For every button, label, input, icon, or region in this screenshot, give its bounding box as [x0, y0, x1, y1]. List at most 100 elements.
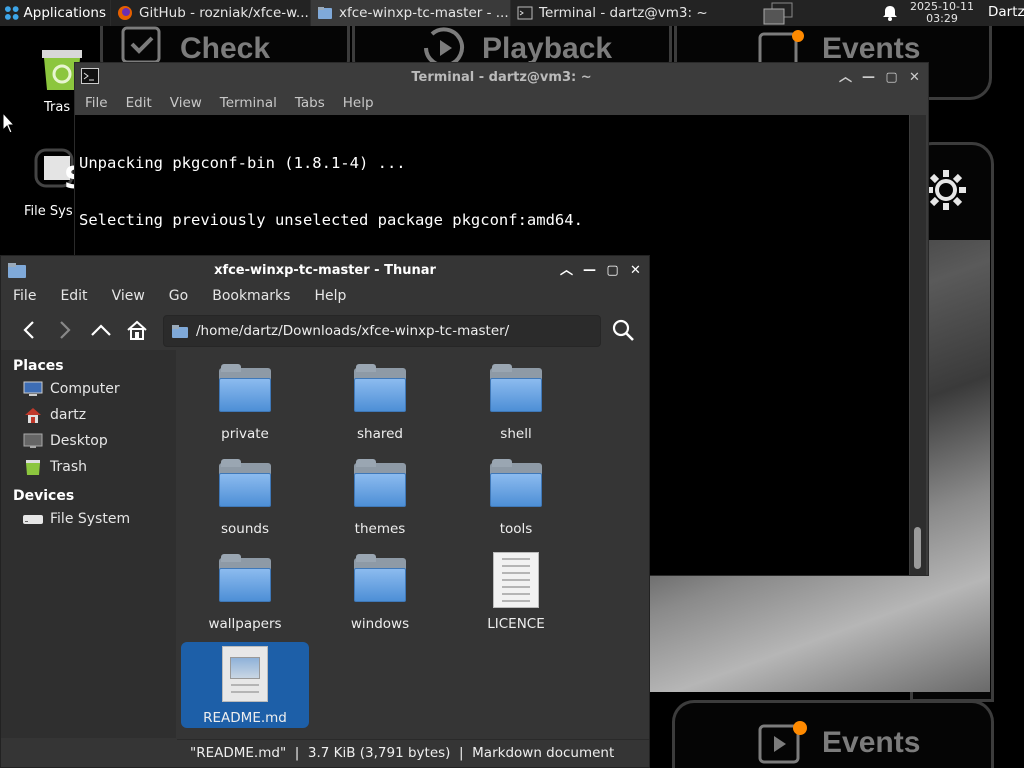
check-tile-icon — [121, 26, 161, 64]
taskbar-item-terminal[interactable]: Terminal - dartz@vm3: ~ — [510, 0, 710, 26]
close-icon[interactable]: ✕ — [628, 263, 643, 278]
close-icon[interactable]: ✕ — [907, 70, 922, 85]
chevron-up-icon[interactable]: ︿ — [559, 263, 574, 278]
sidebar-item-label: Desktop — [50, 433, 108, 449]
terminal-menu-view[interactable]: View — [170, 95, 202, 111]
places-heading: Places — [13, 358, 64, 374]
arrow-left-icon — [23, 321, 34, 339]
location-path: /home/dartz/Downloads/xfce-winxp-tc-mast… — [196, 323, 510, 339]
terminal-menu-tabs[interactable]: Tabs — [295, 95, 325, 111]
sidebar-item-filesystem[interactable]: File System — [1, 506, 176, 532]
file-item-shared[interactable]: shared — [316, 358, 444, 448]
location-bar[interactable]: /home/dartz/Downloads/xfce-winxp-tc-mast… — [163, 315, 601, 347]
text-file-icon — [493, 552, 539, 608]
file-grid[interactable]: private shared shell sounds themes tools… — [177, 350, 649, 738]
trash-icon — [26, 460, 40, 475]
events-tile-icon-bottom — [758, 721, 807, 764]
forward-button[interactable] — [47, 312, 83, 348]
terminal-line: Unpacking pkgconf-bin (1.8.1-4) ... — [79, 154, 406, 172]
taskbar-item-thunar[interactable]: xfce-winxp-tc-master - ... — [310, 0, 510, 26]
playback-tile-label: Playback — [482, 32, 613, 65]
file-item-licence[interactable]: LICENCE — [452, 548, 580, 638]
file-item-label: private — [221, 426, 269, 442]
sidebar-item-desktop[interactable]: Desktop — [1, 428, 176, 454]
sidebar-item-computer[interactable]: Computer — [1, 376, 176, 402]
back-button[interactable] — [11, 312, 47, 348]
clock-time: 03:29 — [926, 12, 958, 25]
desktop-icon — [23, 433, 43, 448]
thunar-window[interactable]: xfce-winxp-tc-master - Thunar ︿ — ▢ ✕ Fi… — [0, 255, 650, 768]
thunar-menu-go[interactable]: Go — [157, 288, 200, 304]
drive-icon: S — [34, 148, 86, 196]
top-panel: Applications GitHub - rozniak/xfce-w... … — [0, 0, 1024, 26]
sidebar-item-dartz[interactable]: dartz — [1, 402, 176, 428]
taskbar-item-github[interactable]: GitHub - rozniak/xfce-w... — [110, 0, 310, 26]
desktop-filesystem[interactable]: S File Sys — [22, 142, 86, 219]
thunar-sidebar: Places Computer dartz Desktop Trash Devi… — [1, 350, 176, 738]
file-item-label: windows — [350, 616, 410, 632]
terminal-icon — [517, 6, 533, 20]
home-button[interactable] — [119, 312, 155, 348]
folder-icon — [490, 459, 542, 507]
terminal-menu-terminal[interactable]: Terminal — [220, 95, 277, 111]
computer-icon — [23, 381, 43, 396]
search-icon — [612, 319, 634, 341]
parent-folder-button[interactable] — [83, 312, 119, 348]
folder-icon — [219, 554, 271, 602]
chevron-up-icon[interactable]: ︿ — [838, 70, 853, 85]
search-button[interactable] — [605, 312, 641, 348]
devices-heading: Devices — [13, 488, 75, 504]
drive-icon — [23, 515, 43, 524]
file-item-shell[interactable]: shell — [452, 358, 580, 448]
file-item-label: shell — [500, 426, 532, 442]
thunar-menu-bookmarks[interactable]: Bookmarks — [200, 288, 302, 304]
thunar-menu-help[interactable]: Help — [302, 288, 358, 304]
thunar-menubar: File Edit View Go Bookmarks Help — [1, 284, 649, 308]
clock[interactable]: 2025-10-11 03:29 — [905, 1, 979, 25]
terminal-menu-help[interactable]: Help — [343, 95, 374, 111]
terminal-titlebar[interactable]: Terminal - dartz@vm3: ~ ︿ — ▢ ✕ — [75, 63, 928, 91]
user-menu[interactable]: Dartz — [988, 4, 1024, 20]
file-item-windows[interactable]: windows — [316, 548, 444, 638]
terminal-menu-file[interactable]: File — [85, 95, 108, 111]
sidebar-item-trash[interactable]: Trash — [1, 454, 176, 480]
minimize-icon[interactable]: — — [861, 70, 876, 85]
thunar-titlebar[interactable]: xfce-winxp-tc-master - Thunar ︿ — ▢ ✕ — [1, 256, 649, 284]
file-item-themes[interactable]: themes — [316, 453, 444, 543]
status-bar: "README.md" | 3.7 KiB (3,791 bytes) | Ma… — [177, 739, 649, 767]
sidebar-item-label: File System — [50, 511, 131, 527]
playback-tile-icon — [424, 27, 464, 66]
sidebar-item-label: dartz — [50, 407, 87, 423]
notification-bell-icon[interactable] — [882, 5, 898, 21]
arrow-right-icon — [60, 321, 71, 339]
terminal-menu-edit[interactable]: Edit — [126, 95, 152, 111]
file-item-sounds[interactable]: sounds — [181, 453, 309, 543]
terminal-scrollbar-thumb[interactable] — [914, 527, 921, 569]
folder-icon — [219, 364, 271, 412]
workspace-switcher-icon[interactable] — [762, 1, 796, 25]
folder-icon — [8, 263, 26, 278]
applications-menu-button[interactable]: Applications — [0, 0, 110, 26]
thunar-menu-view[interactable]: View — [100, 288, 157, 304]
thunar-menu-edit[interactable]: Edit — [48, 288, 99, 304]
taskbar-item-terminal-label: Terminal - dartz@vm3: ~ — [539, 5, 708, 21]
thunar-menu-file[interactable]: File — [1, 288, 48, 304]
file-item-label: LICENCE — [487, 616, 545, 632]
gear-icon — [926, 170, 966, 210]
thunar-toolbar: /home/dartz/Downloads/xfce-winxp-tc-mast… — [1, 312, 649, 348]
events-tile-label-bottom: Events — [822, 726, 921, 759]
file-item-tools[interactable]: tools — [452, 453, 580, 543]
file-item-private[interactable]: private — [181, 358, 309, 448]
file-item-wallpapers[interactable]: wallpapers — [181, 548, 309, 638]
terminal-icon — [81, 68, 99, 84]
folder-icon — [318, 7, 332, 19]
folder-icon — [172, 325, 188, 338]
folder-icon — [490, 364, 542, 412]
maximize-icon[interactable]: ▢ — [884, 70, 899, 85]
minimize-icon[interactable]: — — [582, 263, 597, 278]
xfce-icon — [4, 6, 19, 20]
maximize-icon[interactable]: ▢ — [605, 263, 620, 278]
terminal-scrollbar[interactable] — [910, 115, 926, 575]
file-item-readme[interactable]: README.md — [181, 642, 309, 728]
file-item-label: tools — [499, 521, 533, 537]
